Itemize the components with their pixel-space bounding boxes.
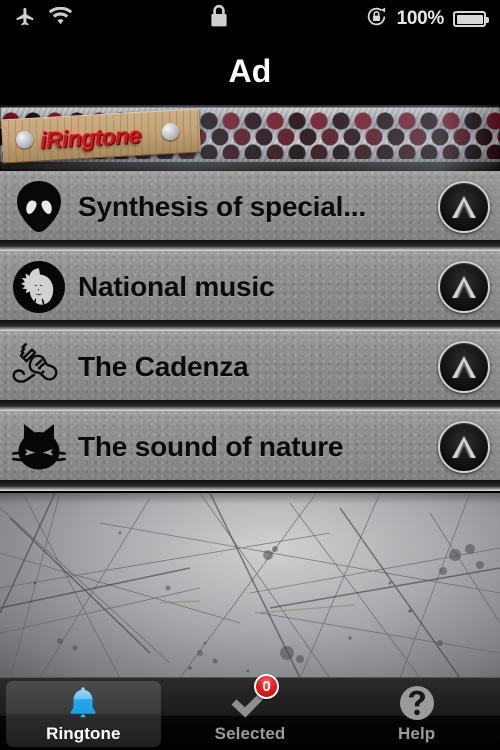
lock-icon (209, 4, 229, 34)
screw-icon (161, 122, 180, 141)
tab-selected[interactable]: 0 Selected (167, 674, 334, 750)
tab-ringtone[interactable]: Ringtone (0, 678, 167, 750)
airplane-icon (14, 6, 36, 33)
battery-percent-label: 100% (396, 8, 445, 29)
row-play-button[interactable] (434, 421, 500, 481)
iringtone-logo-text: iRingtone (39, 121, 142, 154)
row-play-button[interactable] (434, 341, 500, 401)
cat-head-icon (0, 421, 78, 481)
screw-icon (15, 130, 34, 149)
wifi-icon (48, 6, 73, 32)
status-bar: 100% (0, 0, 500, 38)
table-row[interactable]: National music (0, 251, 500, 331)
chevron-up-circle-icon (438, 341, 490, 393)
status-bar-right: 100% (365, 5, 500, 33)
chevron-up-circle-icon (438, 421, 490, 473)
row-label: National music (78, 271, 275, 302)
chevron-up-circle-icon (438, 261, 490, 313)
alien-head-icon (0, 180, 78, 242)
row-play-button[interactable] (434, 181, 500, 241)
tab-label: Selected (214, 724, 286, 743)
rotation-lock-icon (365, 5, 388, 33)
page-title: Ad (228, 53, 272, 89)
row-label: The sound of nature (78, 431, 344, 462)
row-label: Synthesis of special... (78, 191, 366, 222)
nav-bar: Ad (0, 38, 500, 105)
tab-help[interactable]: Help (333, 678, 500, 750)
selected-count-badge: 0 (254, 674, 279, 699)
status-bar-left (0, 6, 73, 33)
app-screen: 100% Ad iRingtone Synthesis of special..… (0, 0, 500, 750)
ad-banner[interactable]: iRingtone (0, 105, 500, 171)
table-row[interactable]: The sound of nature (0, 411, 500, 491)
row-label: The Cadenza (78, 351, 249, 382)
question-mark-circle-icon (398, 684, 436, 722)
ringtone-category-list: Synthesis of special... National music T… (0, 171, 500, 493)
chevron-up-circle-icon (438, 181, 490, 233)
status-bar-center (73, 4, 365, 34)
tab-label: Help (398, 724, 436, 743)
row-play-button[interactable] (434, 261, 500, 321)
table-row[interactable]: Synthesis of special... (0, 171, 500, 251)
native-chief-head-icon (0, 260, 78, 322)
scratched-metal-background (0, 493, 500, 678)
metal-scratches-graphic (0, 493, 500, 678)
bell-icon (64, 684, 102, 722)
electric-guitar-icon (0, 339, 78, 403)
tab-label: Ringtone (46, 724, 121, 743)
battery-icon (453, 11, 489, 27)
tab-bar: Ringtone 0 Selected Help (0, 674, 500, 750)
table-row[interactable]: The Cadenza (0, 331, 500, 411)
